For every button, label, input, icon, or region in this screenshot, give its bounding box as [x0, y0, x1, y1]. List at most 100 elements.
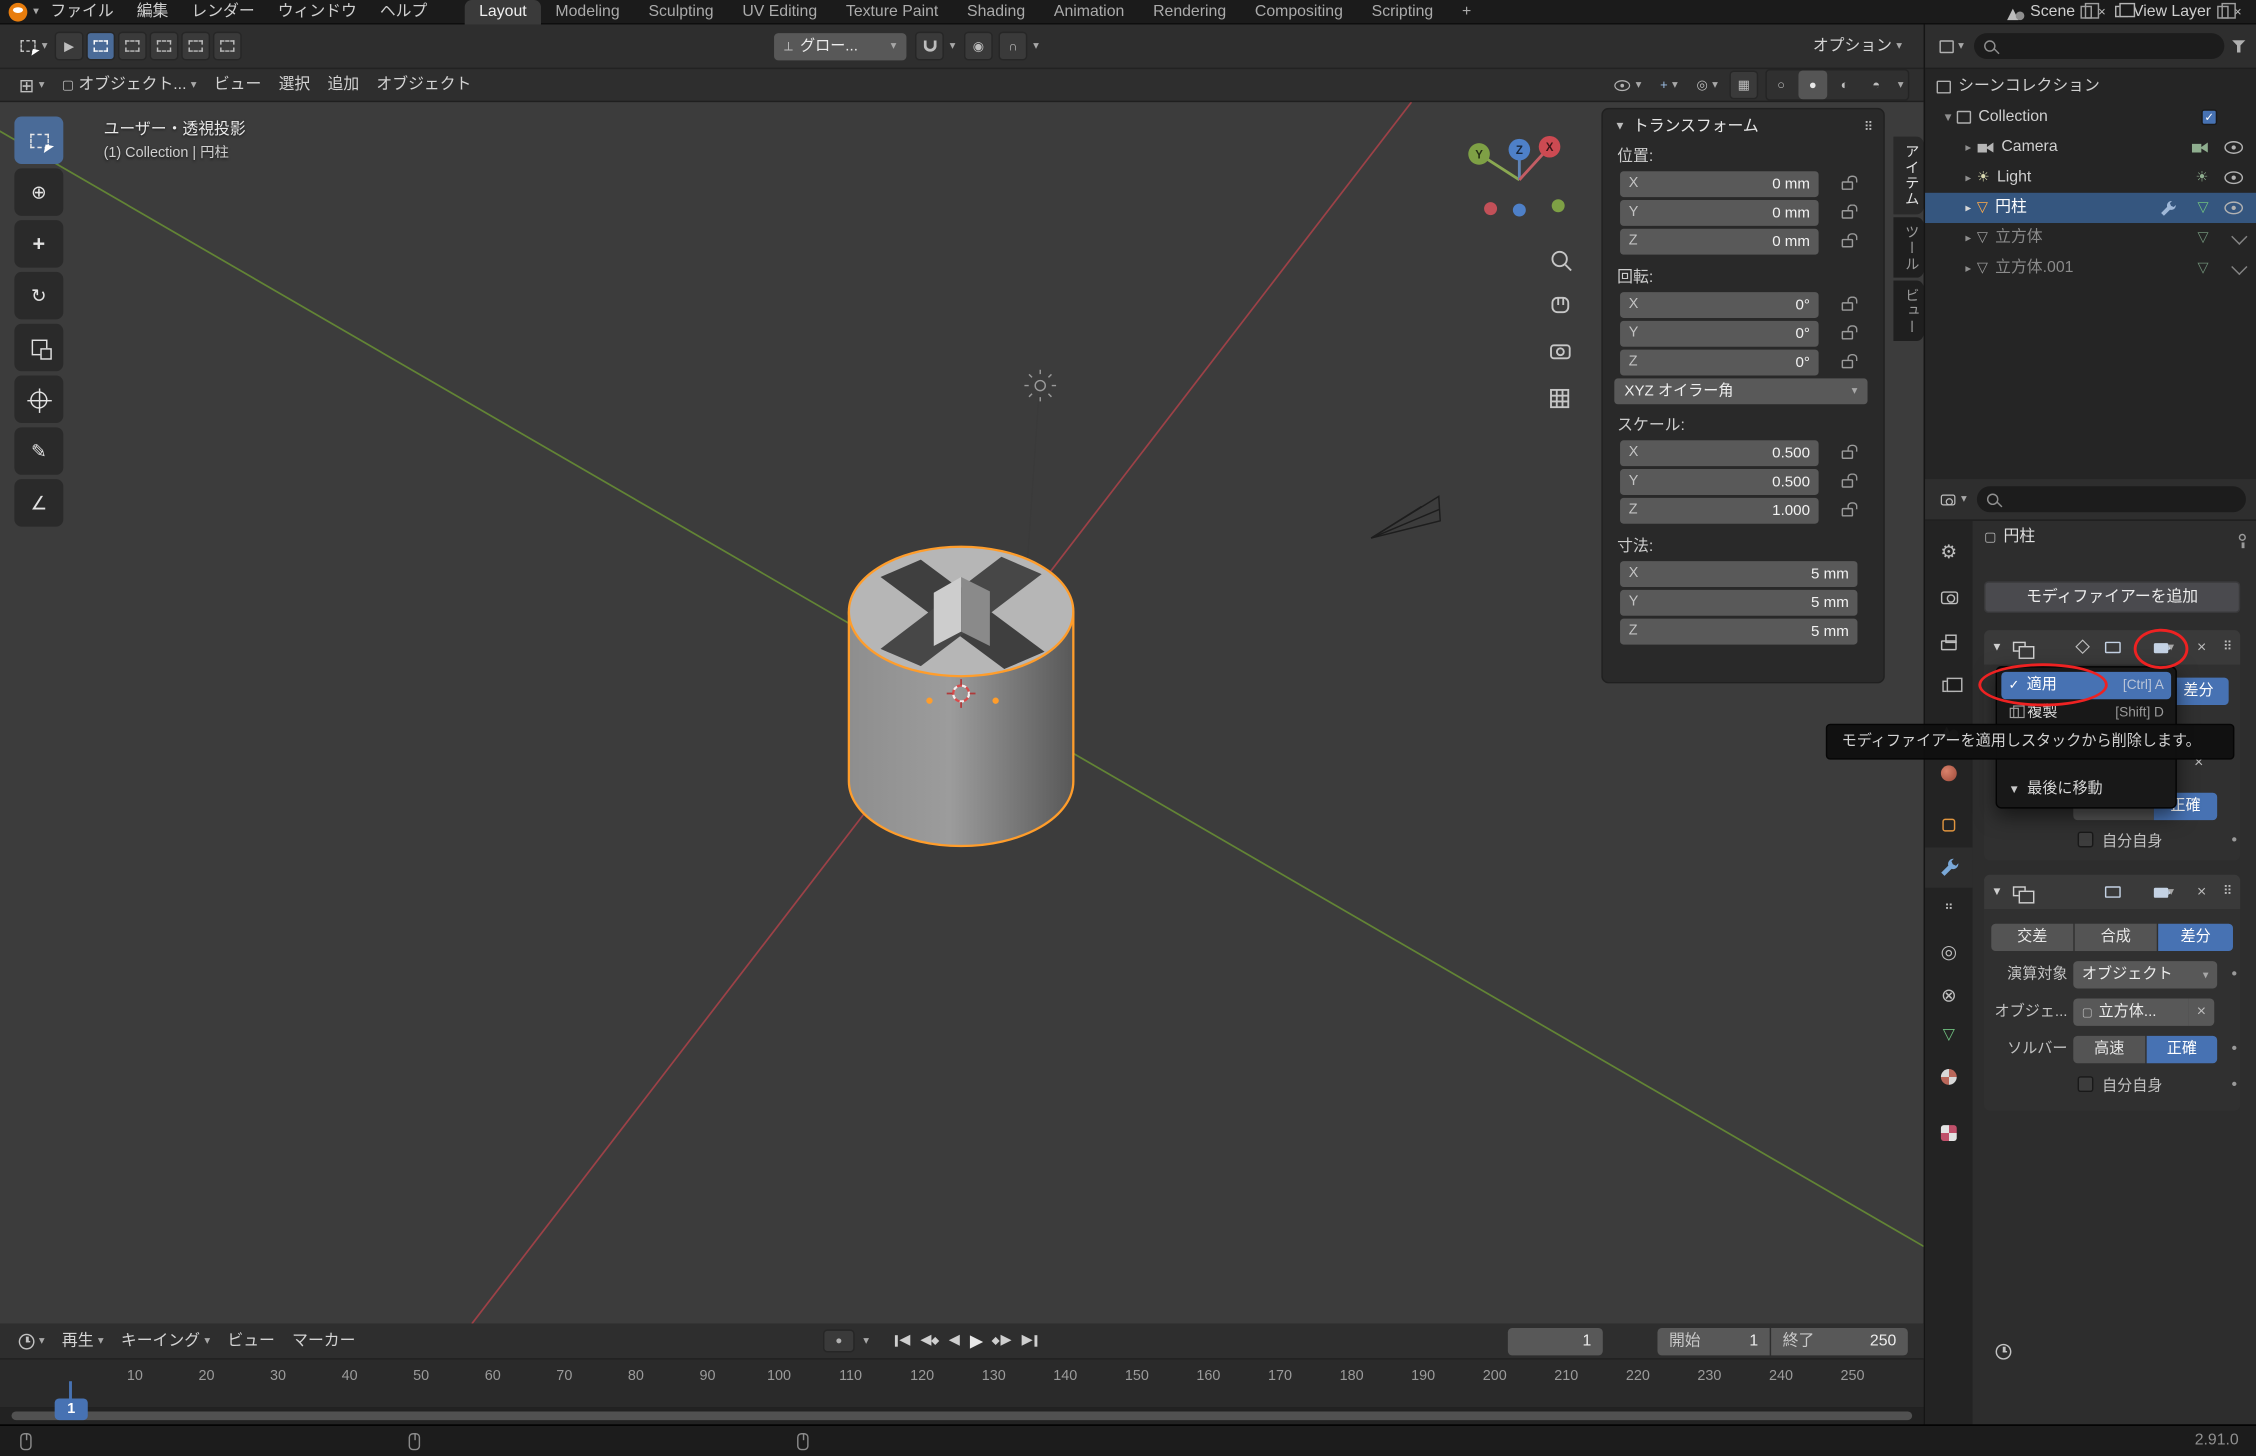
lock-icon[interactable] [1842, 479, 1854, 488]
sidebar-tab-tool[interactable]: ツール [1893, 217, 1923, 277]
lock-icon[interactable] [1842, 302, 1854, 311]
workspace-tab-uv-editing[interactable]: UV Editing [728, 0, 832, 24]
workspace-tab-modeling[interactable]: Modeling [541, 0, 634, 24]
disclosure-icon[interactable]: ▸ [1960, 172, 1977, 184]
play-reverse-button[interactable]: ◀ [949, 1334, 960, 1348]
play-button[interactable]: ▶ [970, 1332, 983, 1349]
disclosure-icon[interactable]: ▸ [1960, 142, 1977, 154]
mod2-solver-exact-button[interactable]: 正確 [2147, 1036, 2218, 1063]
outliner-filter-icon[interactable] [2232, 40, 2246, 53]
menu-window[interactable]: ウィンドウ [266, 0, 368, 24]
menu-object[interactable]: オブジェクト [369, 74, 478, 96]
modifier-wrench-icon[interactable] [2160, 199, 2177, 216]
tool-annotate[interactable]: ✎ [14, 427, 63, 474]
lock-icon[interactable] [1842, 331, 1854, 340]
navigation-gizmo[interactable]: Y Z X [1468, 136, 1564, 217]
mod2-self-checkbox[interactable] [2078, 1076, 2094, 1092]
mod2-difference-button[interactable]: 差分 [2158, 924, 2233, 951]
collection-checkbox[interactable]: ✓ [2201, 109, 2217, 125]
sidebar-tab-view[interactable]: ビュー [1893, 281, 1923, 341]
mod1-difference-button[interactable]: 差分 [2168, 678, 2228, 705]
render-display-toggle-icon[interactable] [2154, 888, 2168, 898]
add-workspace-button[interactable]: + [1448, 0, 1486, 24]
modifier-1-header[interactable]: ▼ ▾ × ⠿ [1984, 630, 2240, 665]
playhead-badge[interactable]: 1 [55, 1398, 88, 1420]
select-mode-subtract-button[interactable] [150, 32, 179, 61]
timeline-editor-type-selector[interactable]: ▾ [12, 1330, 52, 1352]
dimensions-z-field[interactable]: Z5 mm [1620, 619, 1857, 645]
menu-edit[interactable]: 編集 [125, 0, 180, 24]
properties-editor-type-selector[interactable]: ▾ [1937, 490, 1970, 509]
workspace-tab-texture-paint[interactable]: Texture Paint [832, 0, 953, 24]
hide-in-viewport-eye-icon[interactable] [2224, 201, 2243, 214]
location-z-field[interactable]: Z0 mm [1620, 229, 1819, 255]
blender-logo-icon[interactable] [9, 2, 28, 21]
workspace-tab-sculpting[interactable]: Sculpting [634, 0, 728, 24]
menu-select[interactable]: 選択 [271, 74, 317, 96]
animate-dot-icon[interactable]: • [2232, 833, 2238, 849]
outliner-editor-type-selector[interactable]: ▾ [1937, 37, 1967, 56]
tool-move[interactable]: + [14, 220, 63, 267]
drag-handle-icon[interactable]: ⠿ [2223, 640, 2231, 653]
view-layer-name[interactable]: View Layer [2133, 4, 2211, 20]
tool-select-box[interactable] [14, 117, 63, 164]
mod2-intersect-button[interactable]: 交差 [1991, 924, 2073, 951]
pin-icon[interactable] [2239, 534, 2246, 541]
rotation-y-field[interactable]: Y0° [1620, 321, 1819, 347]
rotation-mode-dropdown[interactable]: XYZ オイラー角 ▾ [1614, 378, 1867, 404]
lock-icon[interactable] [1842, 450, 1854, 459]
tool-rotate[interactable]: ↻ [14, 272, 63, 319]
select-mode-new-button[interactable] [86, 32, 115, 61]
camera-object[interactable] [1371, 496, 1440, 538]
panel-options-icon[interactable]: ⠿ [1864, 120, 1872, 133]
viewport-perspective-toggle-button[interactable] [1551, 390, 1568, 407]
proportional-falloff-button[interactable]: ∩ [999, 32, 1028, 61]
properties-tab-physics[interactable]: ◎ [1925, 932, 1972, 969]
timeline-view-menu[interactable]: ビュー [220, 1330, 282, 1352]
properties-tab-modifiers[interactable] [1925, 847, 1972, 887]
mod2-solver-fast-button[interactable]: 高速 [2073, 1036, 2145, 1063]
lock-icon[interactable] [1842, 181, 1854, 190]
outliner-row-cube[interactable]: ▸ ▽ 立方体 ▽ [1925, 223, 2256, 253]
lock-icon[interactable] [1842, 210, 1854, 219]
hide-in-viewport-eye-icon[interactable] [2224, 141, 2243, 154]
scale-z-field[interactable]: Z1.000 [1620, 498, 1819, 524]
drag-handle-icon[interactable]: ⠿ [2223, 885, 2231, 898]
viewport-pan-button[interactable] [1552, 298, 1568, 312]
view-layer-selector[interactable]: View Layer × [2114, 4, 2241, 20]
outliner-row-scene-collection[interactable]: シーンコレクション [1925, 72, 2256, 102]
prev-keyframe-button[interactable]: ◀ [920, 1334, 938, 1348]
menu-view[interactable]: ビュー [207, 74, 269, 96]
jump-to-end-button[interactable]: ▶ [1022, 1334, 1037, 1348]
animate-dot-icon[interactable]: • [2232, 1078, 2238, 1094]
outliner-row-cylinder[interactable]: ▸ ▽ 円柱 ▽ [1925, 193, 2256, 223]
animate-dot-icon[interactable]: • [2232, 967, 2238, 983]
gizmos-dropdown[interactable]: + ▾ [1653, 76, 1685, 95]
mode-selector[interactable]: ▢ オブジェクト... ▾ [55, 74, 204, 96]
workspace-tab-scripting[interactable]: Scripting [1357, 0, 1447, 24]
horizontal-scrollbar[interactable] [12, 1411, 1913, 1420]
select-mode-invert-button[interactable] [181, 32, 210, 61]
keying-menu[interactable]: キーイング▾ [114, 1330, 218, 1352]
frame-end-field[interactable]: 終了250 [1771, 1327, 1908, 1354]
shading-solid-button[interactable]: ● [1798, 71, 1827, 100]
active-tool-selector[interactable]: ▾ [12, 36, 55, 56]
select-mode-extend-button[interactable] [118, 32, 147, 61]
new-view-layer-icon[interactable] [2217, 5, 2229, 18]
shading-options-chevron-icon[interactable]: ▾ [1893, 79, 1907, 91]
tool-transform[interactable] [14, 376, 63, 423]
menu-file[interactable]: ファイル [39, 0, 125, 24]
select-mode-intersect-button[interactable] [213, 32, 242, 61]
properties-tab-texture[interactable] [1925, 1114, 1972, 1151]
expand-icon[interactable]: ▼ [1991, 886, 2002, 898]
location-y-field[interactable]: Y0 mm [1620, 200, 1819, 226]
scene-selector[interactable]: Scene × [2007, 4, 2106, 20]
properties-tab-tool[interactable]: ⚙ [1925, 532, 1972, 569]
modifier-extras-chevron-icon[interactable]: ▾ [2168, 886, 2174, 898]
gizmo-neg-x[interactable] [1484, 202, 1497, 215]
workspace-tab-layout[interactable]: Layout [465, 0, 541, 24]
workspace-tab-rendering[interactable]: Rendering [1139, 0, 1241, 24]
properties-tab-constraints[interactable]: ⊗ [1925, 975, 1972, 1012]
tool-cursor[interactable]: ⊕ [14, 168, 63, 215]
properties-tab-object[interactable] [1925, 806, 1972, 843]
